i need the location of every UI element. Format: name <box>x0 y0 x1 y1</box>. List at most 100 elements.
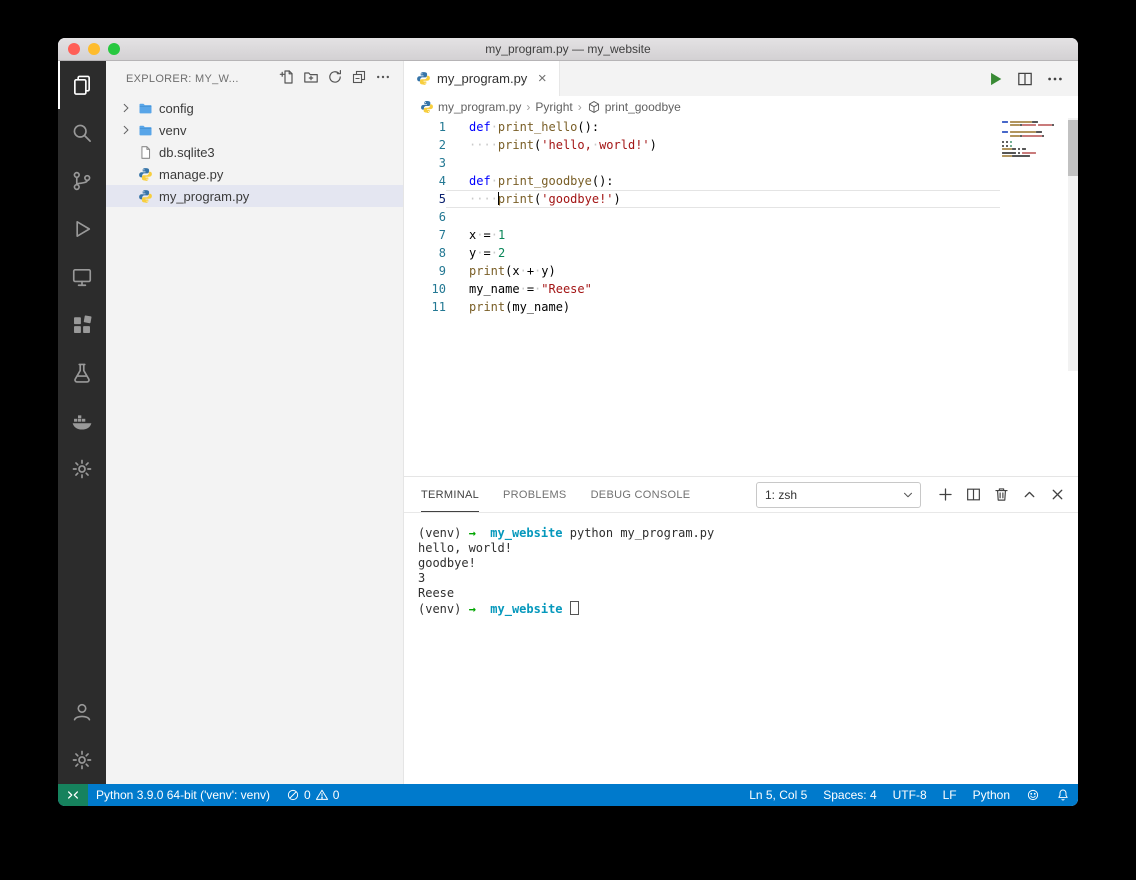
run-python-file-button[interactable] <box>986 70 1004 88</box>
minimize-window-button[interactable] <box>88 43 100 55</box>
code-token: "Reese" <box>541 282 592 296</box>
statusbar-item-remote[interactable] <box>58 784 88 806</box>
new-folder-button[interactable] <box>301 69 321 89</box>
code-token: (x <box>505 264 519 278</box>
code-line[interactable]: 3 <box>404 154 1078 172</box>
new-file-button[interactable] <box>277 69 297 89</box>
breadcrumb: my_program.py › Pyright › print_goodbye <box>404 96 1078 118</box>
titlebar[interactable]: my_program.py — my_website <box>58 38 1078 61</box>
workbench: EXPLORER: MY_W... configvenvdb.sqlite3ma… <box>58 61 1078 784</box>
panel-tab-debug-console[interactable]: DEBUG CONSOLE <box>591 477 691 512</box>
code-text: my_name·=·"Reese" <box>446 280 1000 298</box>
code-line[interactable]: 10my_name·=·"Reese" <box>404 280 1078 298</box>
code-token: · <box>491 174 498 188</box>
editor-code-area[interactable]: 1def·print_hello():2····print('hello,·wo… <box>404 118 1078 476</box>
statusbar-item-language-mode[interactable]: Python <box>965 784 1018 806</box>
line-number: 1 <box>404 118 446 136</box>
code-line[interactable]: 8y·=·2 <box>404 244 1078 262</box>
statusbar-item-problems[interactable]: 00 <box>278 784 347 806</box>
statusbar-item-python-interpreter[interactable]: Python 3.9.0 64-bit ('venv': venv) <box>88 784 278 806</box>
tree-item-my_program.py[interactable]: my_program.py <box>106 185 403 207</box>
terminal-shell-select[interactable]: 1: zsh <box>756 482 921 508</box>
kill-terminal-button[interactable] <box>993 486 1010 503</box>
terminal-text: Reese <box>418 586 454 600</box>
line-number: 5 <box>404 190 446 208</box>
new-file-icon <box>279 69 295 88</box>
breadcrumb-separator: › <box>526 100 530 114</box>
panel-tab-terminal[interactable]: TERMINAL <box>421 477 479 512</box>
breadcrumb-item-print_goodbye[interactable]: print_goodbye <box>587 100 681 114</box>
close-tab-icon[interactable]: × <box>533 71 551 86</box>
statusbar-label: Spaces: 4 <box>823 788 876 802</box>
code-line[interactable]: 7x·=·1 <box>404 226 1078 244</box>
minimap[interactable] <box>1002 121 1066 158</box>
code-line[interactable]: 9print(x·+·y) <box>404 262 1078 280</box>
zoom-window-button[interactable] <box>108 43 120 55</box>
code-token: + <box>527 264 534 278</box>
editor-group: my_program.py × my_program.py › Pyright › pr… <box>404 61 1078 784</box>
minimap-segment <box>1052 124 1054 126</box>
split-terminal-button[interactable] <box>965 486 982 503</box>
activity-bar-item-gear-extension[interactable] <box>58 445 106 493</box>
maximize-panel-button[interactable] <box>1021 486 1038 503</box>
breadcrumb-separator: › <box>578 100 582 114</box>
activity-bar-item-settings[interactable] <box>58 736 106 784</box>
tree-item-db.sqlite3[interactable]: db.sqlite3 <box>106 141 403 163</box>
more-actions-button[interactable] <box>1046 70 1064 88</box>
code-line[interactable]: 6 <box>404 208 1078 226</box>
statusbar-item-cursor-position[interactable]: Ln 5, Col 5 <box>741 784 815 806</box>
chevron-right-icon[interactable] <box>118 122 134 138</box>
statusbar-item-notifications[interactable] <box>1048 784 1078 806</box>
statusbar-label: Ln 5, Col 5 <box>749 788 807 802</box>
activity-bar-item-explorer[interactable] <box>58 61 106 109</box>
statusbar-label: LF <box>943 788 957 802</box>
tree-item-venv[interactable]: venv <box>106 119 403 141</box>
code-line[interactable]: 1def·print_hello(): <box>404 118 1078 136</box>
code-line[interactable]: 11print(my_name) <box>404 298 1078 316</box>
code-line[interactable]: 5····print('goodbye!') <box>404 190 1078 208</box>
close-window-button[interactable] <box>68 43 80 55</box>
terminal-text <box>476 602 490 616</box>
breadcrumb-item-Pyright[interactable]: Pyright <box>535 100 572 114</box>
activity-bar-item-extensions[interactable] <box>58 301 106 349</box>
editor-scrollbar-thumb[interactable] <box>1068 120 1078 176</box>
chevron-right-icon[interactable] <box>118 100 134 116</box>
code-token: (my_name) <box>505 300 570 314</box>
terminal-output[interactable]: (venv) → my_website python my_program.py… <box>404 513 1078 784</box>
activity-bar-item-run-debug[interactable] <box>58 205 106 253</box>
minimap-segment <box>1002 135 1010 137</box>
window-controls <box>68 43 120 55</box>
terminal-text: hello, world! <box>418 541 512 555</box>
statusbar-item-feedback[interactable] <box>1018 784 1048 806</box>
tab-my_program.py[interactable]: my_program.py × <box>404 61 560 96</box>
statusbar-item-eol[interactable]: LF <box>935 784 965 806</box>
shell-select-value: 1: zsh <box>765 488 901 502</box>
activity-bar-item-testing[interactable] <box>58 349 106 397</box>
panel-tab-problems[interactable]: PROBLEMS <box>503 477 567 512</box>
collapse-all-button[interactable] <box>349 69 369 89</box>
activity-bar-item-search[interactable] <box>58 109 106 157</box>
refresh-button[interactable] <box>325 69 345 89</box>
code-token: print <box>498 138 534 152</box>
tree-item-config[interactable]: config <box>106 97 403 119</box>
activity-bar-item-accounts[interactable] <box>58 688 106 736</box>
code-token: · <box>520 264 527 278</box>
more-actions-button[interactable] <box>373 69 393 89</box>
code-line[interactable]: 4def·print_goodbye(): <box>404 172 1078 190</box>
close-panel-button[interactable] <box>1049 486 1066 503</box>
new-terminal-button[interactable] <box>937 486 954 503</box>
activity-bar-item-docker[interactable] <box>58 397 106 445</box>
statusbar-item-encoding[interactable]: UTF-8 <box>885 784 935 806</box>
breadcrumb-item-my_program.py[interactable]: my_program.py <box>420 100 521 114</box>
panel-header: TERMINAL PROBLEMS DEBUG CONSOLE 1: zsh <box>404 477 1078 513</box>
split-editor-button[interactable] <box>1016 70 1034 88</box>
terminal-text: (venv) <box>418 526 469 540</box>
activity-bar-item-remote-explorer[interactable] <box>58 253 106 301</box>
code-token: def <box>469 174 491 188</box>
code-line[interactable]: 2····print('hello,·world!') <box>404 136 1078 154</box>
code-text <box>446 154 1000 172</box>
terminal-line: goodbye! <box>418 556 1078 571</box>
statusbar-item-indentation[interactable]: Spaces: 4 <box>815 784 884 806</box>
tree-item-manage.py[interactable]: manage.py <box>106 163 403 185</box>
activity-bar-item-source-control[interactable] <box>58 157 106 205</box>
